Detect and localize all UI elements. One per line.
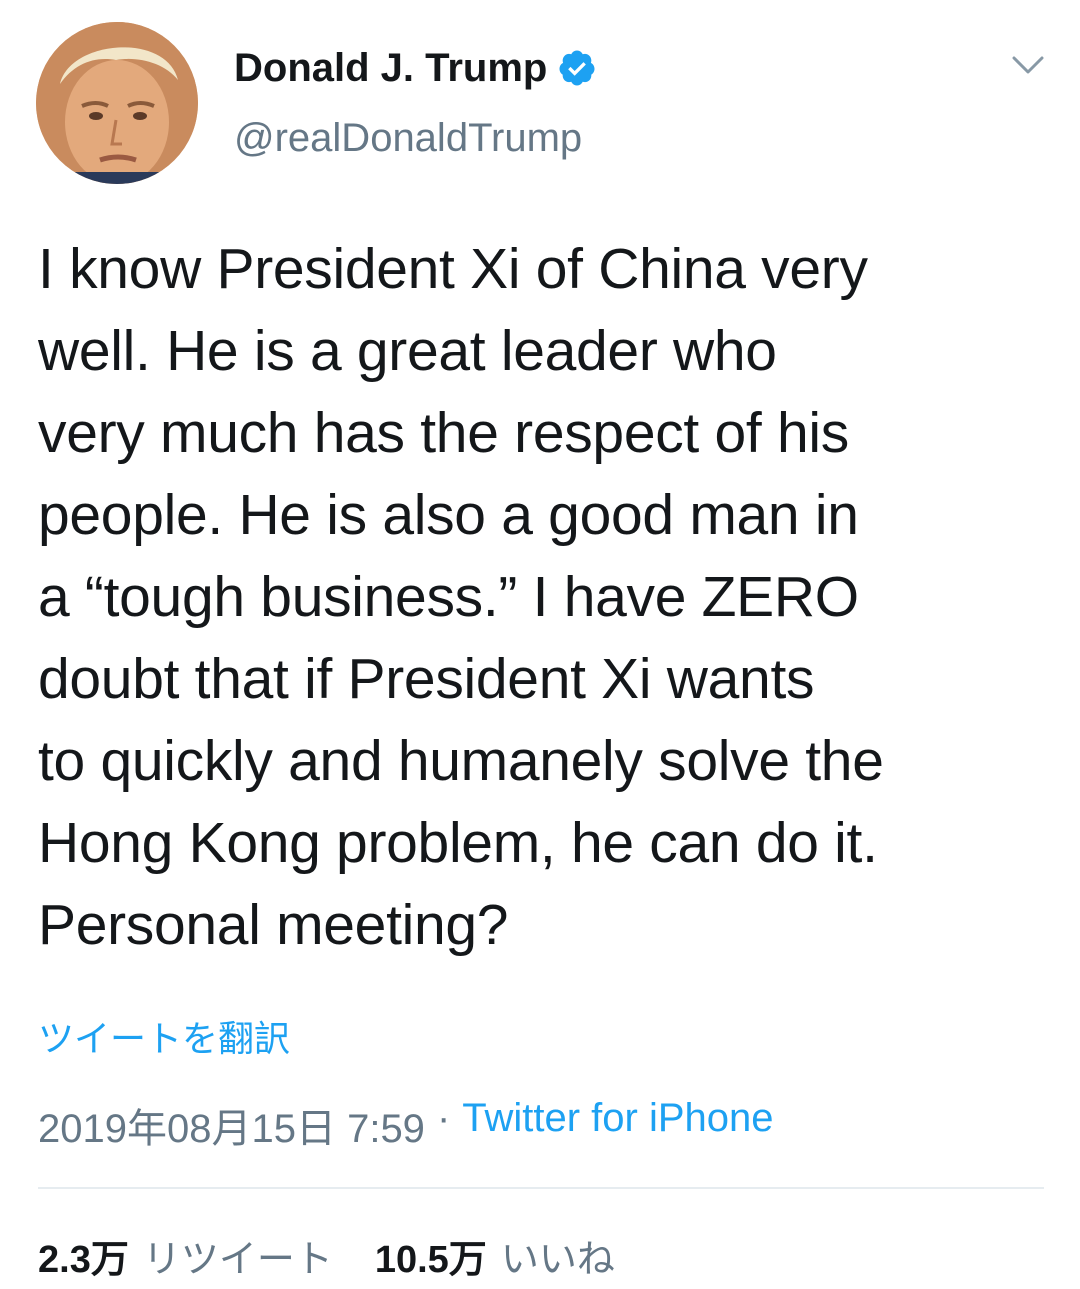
likes-label: いいね [500, 1239, 615, 1281]
avatar-photo-icon [36, 22, 198, 184]
chevron-down-icon[interactable] [1010, 50, 1046, 80]
tweet-stats: 2.3万 リツイート 10.5万 いいね [38, 1228, 615, 1283]
translate-tweet-link[interactable]: ツイートを翻訳 [38, 1010, 290, 1062]
verified-badge-icon [557, 48, 597, 88]
likes-stat[interactable]: 10.5万 いいね [375, 1228, 615, 1283]
retweets-label: リツイート [142, 1239, 333, 1281]
divider [38, 1187, 1044, 1189]
retweets-stat[interactable]: 2.3万 リツイート [38, 1228, 333, 1283]
meta-separator: · [436, 1096, 451, 1140]
retweets-count: 2.3万 [38, 1239, 129, 1281]
tweet-meta: 2019年08月15日 7:59 · Twitter for iPhone [38, 1096, 774, 1154]
author-handle[interactable]: @realDonaldTrump [234, 116, 582, 161]
author-name-row: Donald J. Trump [234, 42, 597, 94]
tweet-text: I know President Xi of China very well. … [38, 237, 884, 957]
author-display-name[interactable]: Donald J. Trump [234, 46, 547, 91]
avatar[interactable] [36, 22, 198, 184]
likes-count: 10.5万 [374, 1239, 487, 1281]
tweet-timestamp[interactable]: 2019年08月15日 7:59 [38, 1096, 425, 1154]
tweet-source-link[interactable]: Twitter for iPhone [462, 1096, 773, 1154]
